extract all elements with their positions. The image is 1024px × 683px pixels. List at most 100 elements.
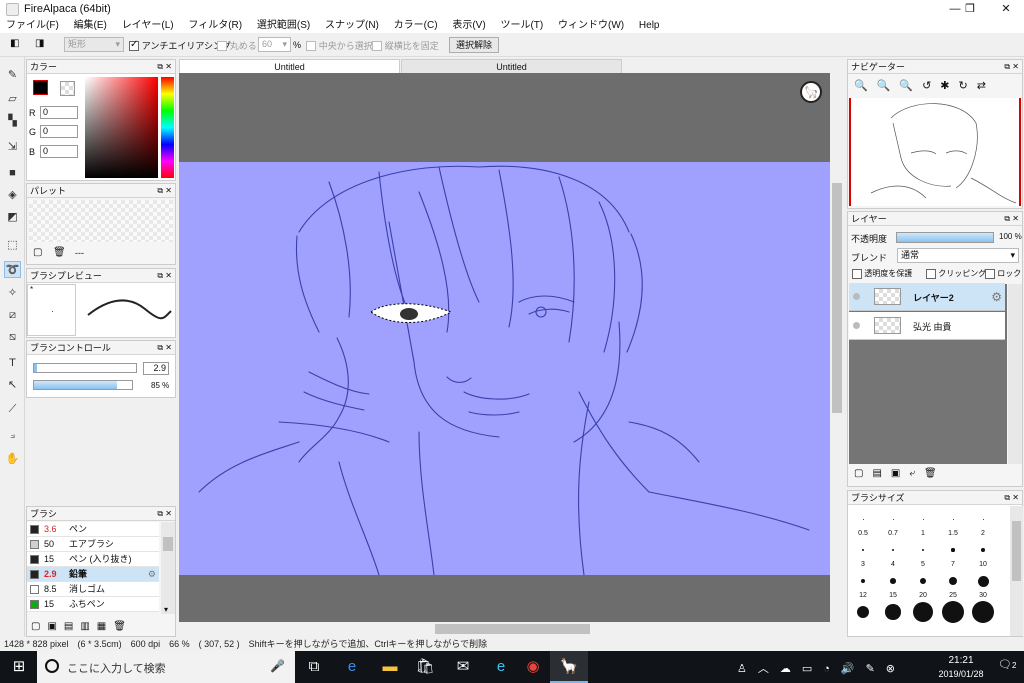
brush-size-dot[interactable] [913, 602, 933, 622]
lock-checkbox[interactable]: ロック [985, 268, 1021, 279]
maximize-button[interactable]: ❐ [955, 0, 985, 18]
brush-item[interactable]: 8.5 消しゴム [27, 582, 159, 597]
firealpaca-taskbar-icon[interactable]: 🦙 [550, 651, 588, 683]
brush-size-dot[interactable] [972, 601, 994, 623]
mail-icon[interactable]: ✉ [444, 651, 482, 683]
operation-tool-icon[interactable]: ↖ [4, 377, 21, 394]
divide-tool-icon[interactable]: ⟋ [4, 401, 21, 418]
brush-size-dot[interactable] [919, 577, 927, 585]
taskbar-search-box[interactable]: ここに入力して検索 🎤 [37, 651, 295, 683]
menu-tool[interactable]: ツール(T) [494, 18, 549, 33]
brush-size-dot[interactable] [977, 575, 989, 587]
brush-item[interactable]: 15 ふちペン [27, 597, 159, 612]
brush-size-dot[interactable] [953, 519, 954, 520]
tab-untitled-active[interactable]: Untitled [179, 59, 400, 73]
menu-filter[interactable]: フィルタ(R) [182, 18, 248, 33]
brush-size-slider[interactable] [33, 363, 137, 373]
eraser-tool-icon[interactable]: ▱ [4, 91, 21, 108]
panel-options-icon[interactable]: ⧉ ✕ [157, 507, 172, 521]
round-value-input[interactable]: 60 ▾ [258, 37, 291, 52]
panel-options-icon[interactable]: ⧉ ✕ [1004, 60, 1019, 74]
menu-window[interactable]: ウィンドウ(W) [552, 18, 630, 33]
windows-start-icon[interactable]: ⊞ [0, 651, 38, 683]
brush-size-dot[interactable] [942, 601, 964, 623]
horizontal-scrollbar[interactable] [179, 622, 830, 636]
menu-layer[interactable]: レイヤー(L) [116, 18, 180, 33]
close-button[interactable]: ✕ [988, 0, 1024, 18]
menu-snap[interactable]: スナップ(N) [319, 18, 385, 33]
brush-opacity-slider[interactable] [33, 380, 133, 390]
canvas-workspace[interactable]: 🦙 [179, 73, 830, 622]
layer-item[interactable]: 弘光 由貴 [849, 312, 1005, 340]
text-tool-icon[interactable]: T [4, 355, 21, 372]
brush-size-scrollbar[interactable] [1010, 506, 1023, 636]
r-input[interactable]: 0 [40, 106, 78, 119]
brush-panel-icons[interactable]: ▢▣▤▥▦🗑 [31, 621, 133, 632]
vertical-scrollbar[interactable] [830, 73, 844, 622]
brush-size-dot[interactable] [861, 548, 865, 552]
b-input[interactable]: 0 [40, 145, 78, 158]
brush-size-dot[interactable] [860, 578, 866, 584]
brush-list-scrollbar[interactable]: ▾ [161, 522, 175, 614]
lasso-tool-icon[interactable]: ➰ [4, 261, 21, 278]
navigator-zoom-rotate-icons[interactable]: 🔍🔍🔍↺✱↻⇄ [854, 79, 995, 92]
saturation-brightness-picker[interactable] [85, 77, 158, 178]
microphone-icon[interactable]: 🎤 [270, 659, 285, 673]
task-view-icon[interactable]: ⧉ [295, 651, 333, 683]
fill-rect-tool-icon[interactable]: ■ [4, 165, 21, 182]
brush-size-dot[interactable] [951, 548, 955, 552]
panel-options-icon[interactable]: ⧉ ✕ [157, 269, 172, 283]
deselect-button[interactable]: 選択解除 [449, 37, 500, 53]
shape-select[interactable]: 矩形 ▾ [64, 37, 124, 52]
panel-right-icon[interactable]: ◨ [35, 38, 44, 49]
notification-center-icon[interactable]: 🗨2 [998, 658, 1016, 671]
pen-tool-icon[interactable]: ✎ [4, 67, 21, 84]
dot-tool-icon[interactable]: ▚ [4, 113, 21, 130]
brush-size-dot[interactable] [981, 548, 985, 552]
brush-size-dot[interactable] [893, 519, 894, 520]
brush-size-dot[interactable] [891, 548, 895, 552]
protect-alpha-checkbox[interactable]: 透明度を保護 [852, 268, 912, 279]
select-eraser-tool-icon[interactable]: ⧅ [4, 329, 21, 346]
brush-size-dot[interactable] [983, 519, 984, 520]
panel-options-icon[interactable]: ⧉ ✕ [1004, 212, 1019, 226]
layer-opacity-slider[interactable] [896, 232, 994, 243]
layer-item-selected[interactable]: レイヤー2 ⚙ [849, 283, 1005, 311]
trash-icon[interactable]: 🗑 [53, 247, 66, 258]
brush-size-dot[interactable] [921, 548, 925, 552]
round-checkbox[interactable]: 丸める [217, 39, 257, 52]
hue-slider[interactable] [161, 77, 174, 178]
panel-options-icon[interactable]: ⧉ ✕ [1004, 491, 1019, 505]
navigator-thumbnail[interactable] [849, 98, 1021, 206]
menu-help[interactable]: Help [633, 18, 666, 33]
eyedropper-tool-icon[interactable]: ⟓ [4, 427, 21, 444]
eye-icon[interactable] [853, 293, 860, 300]
store-icon[interactable]: 🛍 [406, 651, 444, 683]
palette-swatch-area[interactable] [29, 200, 173, 242]
chrome-icon[interactable]: ◉ [514, 651, 552, 683]
panel-left-icon[interactable]: ◧ [10, 38, 19, 49]
menu-edit[interactable]: 編集(E) [68, 18, 113, 33]
bucket-tool-icon[interactable]: ◈ [4, 187, 21, 204]
layer-panel-icons[interactable]: ▢▤▣⤶🗑 [854, 468, 946, 479]
brush-size-dot[interactable] [923, 519, 924, 520]
move-tool-icon[interactable]: ⇲ [4, 139, 21, 156]
brush-size-dot[interactable] [890, 578, 896, 584]
drawing-canvas[interactable] [179, 162, 830, 575]
menu-color[interactable]: カラー(C) [388, 18, 444, 33]
brush-size-input[interactable]: 2.9 [143, 362, 169, 375]
gear-icon[interactable]: ⚙ [991, 290, 1002, 304]
transparent-color-swatch[interactable] [60, 81, 75, 96]
system-tray-icons[interactable]: ♙︿☁▭◔🔊✎⊗ [737, 660, 906, 676]
center-select-checkbox[interactable]: 中央から選択 [306, 39, 373, 52]
panel-options-icon[interactable]: ⧉ ✕ [157, 341, 172, 355]
panel-options-icon[interactable]: ⧉ ✕ [157, 184, 172, 198]
panel-options-icon[interactable]: ⧉ ✕ [157, 60, 172, 74]
brush-item[interactable]: 15 ペン (入り抜き) [27, 552, 159, 567]
menu-file[interactable]: ファイル(F) [0, 18, 65, 33]
brush-size-dot[interactable] [948, 576, 958, 586]
eye-icon[interactable] [853, 322, 860, 329]
menu-view[interactable]: 表示(V) [446, 18, 491, 33]
blend-mode-select[interactable]: 通常 ▾ [897, 248, 1019, 263]
brush-size-dot[interactable] [863, 519, 864, 520]
